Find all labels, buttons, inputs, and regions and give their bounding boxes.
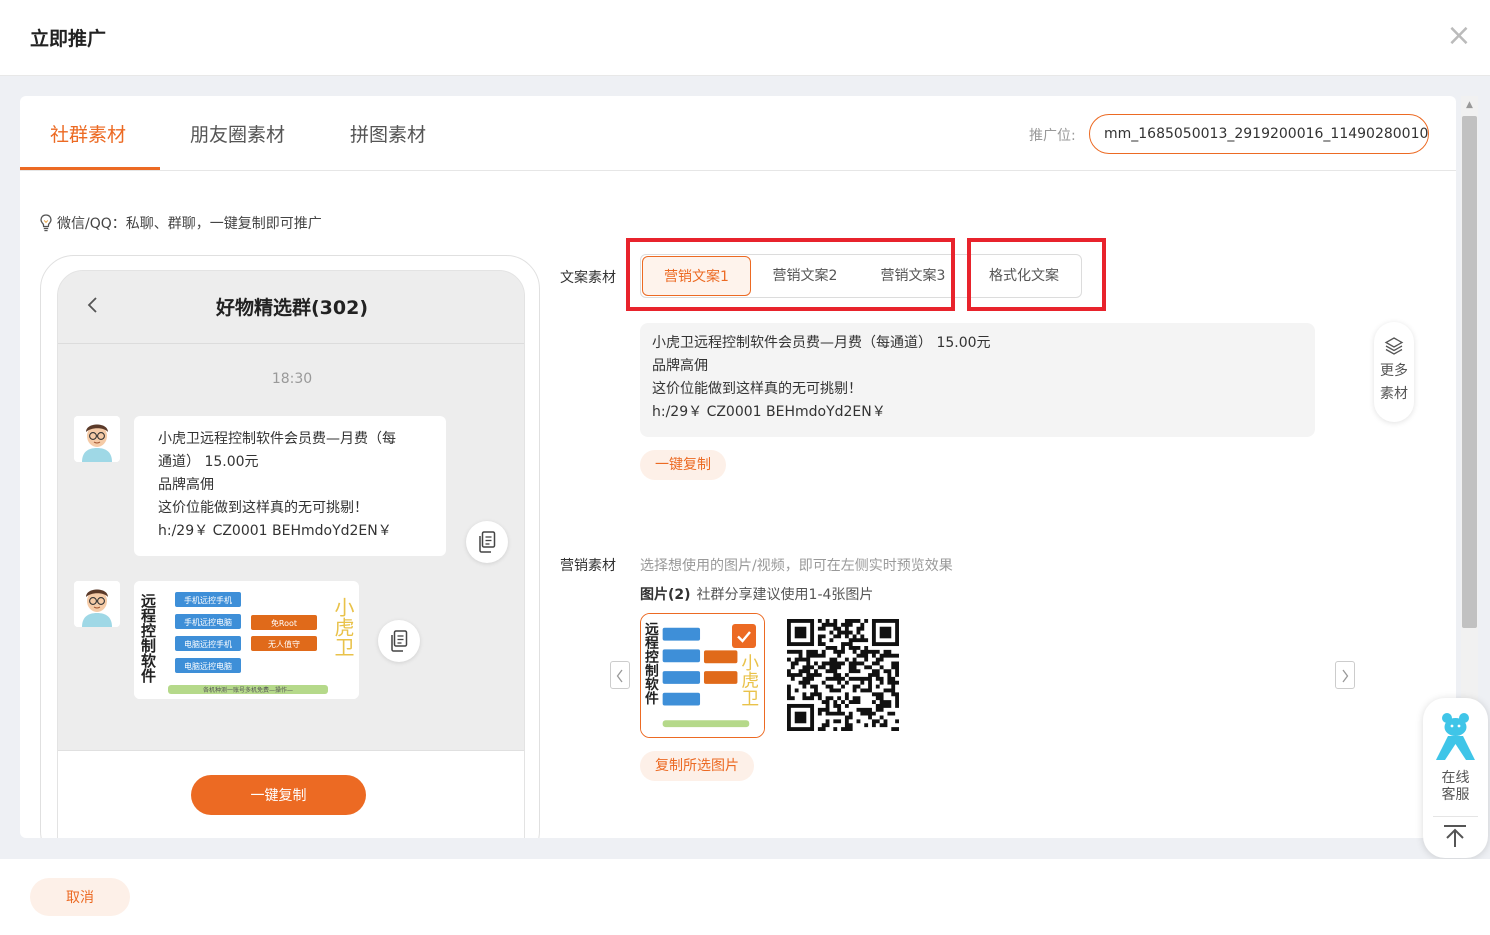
chat-time: 18:30: [271, 371, 313, 387]
dialog-title: 立即推广: [30, 28, 107, 50]
main-card: 社群素材 朋友圈素材 拼图素材 推广位: 微信/QQ：私聊、群聊，一键复制即可推…: [20, 96, 1456, 838]
usage-tip: 微信/QQ：私聊、群聊，一键复制即可推广: [40, 213, 322, 233]
next-image-button[interactable]: [1335, 661, 1355, 689]
product-image-blue-label: 电脑远控电脑: [184, 661, 232, 671]
copy-text-preview: 小虎卫远程控制软件会员费—月费（每通道） 15.00元 品牌高佣 这价位能做到这…: [640, 323, 1315, 437]
active-tab-indicator: [20, 167, 160, 170]
cancel-button[interactable]: 取消: [30, 878, 130, 916]
image-thumbnail-qr[interactable]: [780, 613, 905, 738]
qr-code-image: [780, 613, 905, 738]
lightbulb-icon: [40, 214, 52, 232]
chat-screen: 好物精选群(302) 18:30 小虎卫远程控制软件会员费—月费（每 通道） 1…: [57, 270, 525, 838]
promo-position-label: 推广位:: [1029, 128, 1076, 144]
tab-bar: 社群素材 朋友圈素材 拼图素材 推广位:: [20, 96, 1456, 171]
layers-icon: [1384, 337, 1404, 355]
product-image-blue-label: 手机远控电脑: [184, 617, 232, 627]
more-material-button[interactable]: 更多 素材: [1374, 322, 1414, 422]
material-hint: 选择想使用的图片/视频，即可在左侧实时预览效果: [640, 558, 953, 574]
highlight-box: [626, 238, 955, 311]
online-service-widget[interactable]: 在线 客服: [1423, 698, 1488, 858]
chevron-left-icon: [616, 669, 623, 683]
avatar: [74, 416, 120, 462]
image-count: 图片(2) 社群分享建议使用1-4张图片: [640, 584, 873, 604]
service-divider: [1433, 816, 1478, 817]
message-line: 这价位能做到这样真的无可挑剔！: [158, 500, 368, 516]
chat-title: 好物精选群(302): [215, 297, 369, 319]
copy-selected-images-button[interactable]: 复制所选图片: [640, 751, 754, 781]
product-image-orange-label: 免Root: [271, 618, 297, 628]
copy-icon: [479, 531, 496, 553]
product-image-side-title: 小虎卫: [331, 597, 355, 657]
message-line: 品牌高佣: [158, 477, 214, 493]
copy-text-line: 这价位能做到这样真的无可挑剔！: [652, 381, 862, 397]
phone-footer: 一键复制: [58, 750, 524, 838]
message-line: h:/29￥ CZ0001 BEHmdoYd2EN￥: [158, 523, 392, 539]
product-image-vertical-title: 远程控制软件: [139, 593, 157, 684]
online-service-text: 在线 客服: [1423, 770, 1488, 804]
more-material-text: 素材: [1380, 386, 1408, 402]
scrollbar-thumb[interactable]: [1462, 116, 1477, 628]
online-service-line: 在线: [1441, 770, 1470, 786]
message-line: 通道） 15.00元: [158, 454, 259, 470]
usage-tip-text: 微信/QQ：私聊、群聊，一键复制即可推广: [57, 216, 322, 232]
product-image-blue-label: 电脑远控手机: [184, 639, 232, 649]
copy-text-button[interactable]: 一键复制: [640, 450, 726, 480]
avatar-image: [74, 581, 120, 627]
more-material-text: 更多: [1380, 363, 1408, 379]
image-count-hint: 社群分享建议使用1-4张图片: [696, 587, 874, 603]
highlight-box: [967, 238, 1106, 311]
tab-puzzle-material[interactable]: 拼图素材: [350, 120, 426, 147]
selected-check-icon: [732, 624, 756, 648]
copy-icon: [391, 630, 408, 652]
tab-moments-material[interactable]: 朋友圈素材: [190, 120, 285, 147]
product-image-blue-label: 手机远控手机: [184, 595, 232, 605]
copy-text-line: h:/29￥ CZ0001 BEHmdoYd2EN￥: [652, 404, 886, 420]
phone-preview: 好物精选群(302) 18:30 小虎卫远程控制软件会员费—月费（每 通道） 1…: [40, 255, 540, 838]
image-thumbnail-product[interactable]: 远程控制软件 小虎卫: [640, 613, 765, 738]
dialog-footer: 取消: [0, 859, 1490, 935]
copy-message-button[interactable]: [466, 521, 508, 563]
avatar-image: [74, 416, 120, 462]
chevron-right-icon: [1342, 669, 1349, 683]
product-image-orange-label: 无人值守: [268, 639, 300, 649]
product-image-vertical-title: 远程控制软件: [642, 622, 659, 706]
copy-text-line: 品牌高佣: [652, 358, 708, 374]
message-line: 小虎卫远程控制软件会员费—月费（每: [158, 431, 396, 447]
image-message: 远程控制软件 手机远控手机 手机远控电脑 电脑远控手机 电脑远控电脑 免Root…: [134, 581, 359, 699]
mascot-icon: [1436, 713, 1475, 760]
online-service-line: 客服: [1441, 787, 1470, 803]
product-image: 远程控制软件 手机远控手机 手机远控电脑 电脑远控手机 电脑远控电脑 免Root…: [134, 581, 359, 699]
prev-image-button[interactable]: [610, 661, 630, 689]
copy-text-line: 小虎卫远程控制软件会员费—月费（每通道） 15.00元: [652, 335, 991, 351]
copy-all-button[interactable]: 一键复制: [191, 775, 366, 815]
product-image-side-title: 小虎卫: [738, 653, 759, 707]
tab-community-material[interactable]: 社群素材: [50, 120, 126, 147]
avatar: [74, 581, 120, 627]
promo-position-field[interactable]: [1089, 114, 1429, 154]
image-count-label: 图片(2): [640, 587, 691, 603]
dialog-header: 立即推广 ×: [0, 0, 1490, 76]
back-to-top-icon[interactable]: [1442, 824, 1468, 848]
scroll-up-arrow-icon[interactable]: ▲: [1461, 98, 1478, 112]
marketing-material-label: 营销素材: [560, 558, 616, 574]
copy-image-button[interactable]: [378, 620, 420, 662]
message-bubble: 小虎卫远程控制软件会员费—月费（每 通道） 15.00元 品牌高佣 这价位能做到…: [134, 416, 446, 556]
close-icon[interactable]: ×: [1446, 21, 1472, 52]
product-image-footer-text: 各机种测一账号多机免费—操作—: [203, 686, 293, 694]
chat-header: 好物精选群(302): [58, 271, 524, 344]
copy-material-label: 文案素材: [560, 270, 616, 286]
